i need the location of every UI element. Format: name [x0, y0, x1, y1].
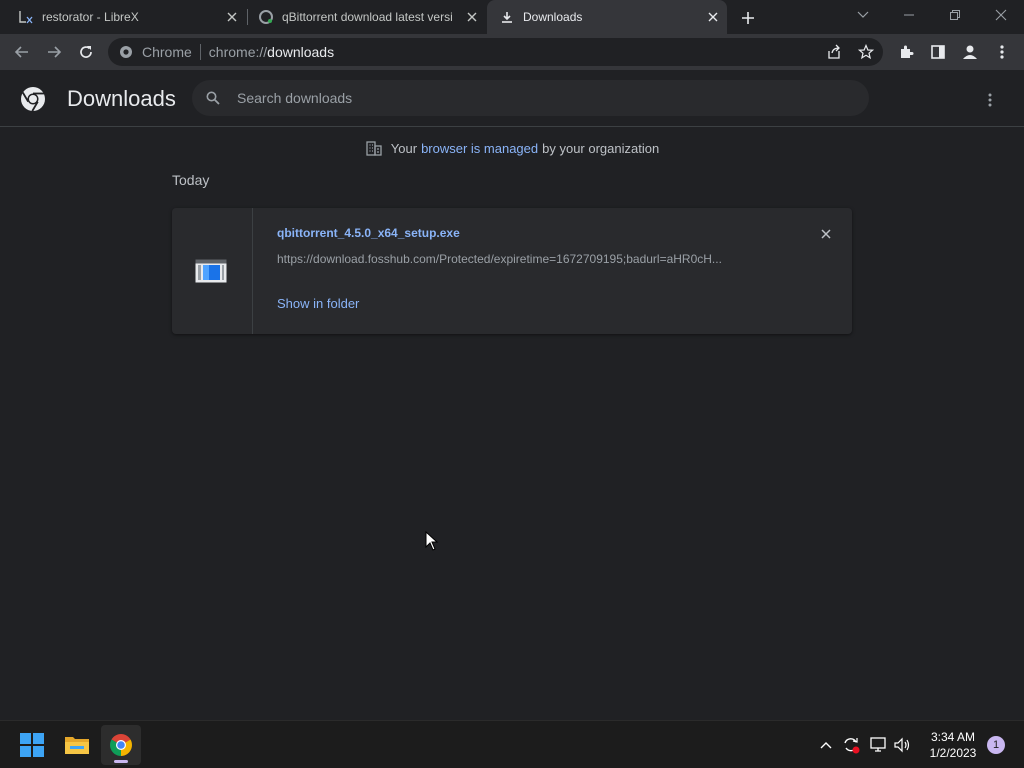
card-divider — [252, 208, 253, 334]
download-item: qbittorrent_4.5.0_x64_setup.exe https://… — [172, 208, 852, 334]
profile-icon — [963, 45, 977, 59]
tab-strip: restorator - LibreX qBittorrent download… — [0, 0, 1024, 34]
fosshub-icon — [258, 9, 274, 25]
volume-tray-button[interactable] — [893, 735, 913, 755]
clock-date: 1/2/2023 — [929, 746, 977, 760]
managed-link[interactable]: browser is managed — [421, 141, 538, 156]
chrome-icon — [118, 44, 134, 60]
show-in-folder-link[interactable]: Show in folder — [277, 296, 359, 311]
download-icon — [499, 9, 515, 25]
tab-title: restorator - LibreX — [42, 10, 139, 24]
mouse-cursor-icon — [425, 531, 439, 551]
reload-icon — [80, 46, 92, 58]
omnibox-divider — [199, 44, 201, 60]
new-tab-button[interactable] — [737, 7, 759, 29]
side-panel-button[interactable] — [924, 38, 952, 66]
notification-badge[interactable]: 1 — [987, 736, 1005, 754]
download-filename-link[interactable]: qbittorrent_4.5.0_x64_setup.exe — [277, 226, 460, 240]
tab-librex[interactable]: restorator - LibreX — [0, 0, 246, 34]
chrome-logo-icon — [21, 87, 45, 112]
star-icon[interactable] — [856, 42, 876, 62]
arrow-left-icon — [14, 46, 28, 58]
puzzle-icon — [901, 45, 914, 58]
downloads-header: Downloads — [0, 70, 1024, 127]
url-scheme: chrome:// — [208, 44, 268, 60]
tray-overflow-button[interactable] — [816, 735, 836, 755]
chrome-taskbar-button[interactable] — [101, 725, 141, 765]
search-icon — [204, 89, 222, 107]
network-icon — [870, 737, 886, 752]
remove-download-button[interactable] — [816, 224, 836, 244]
tab-title: qBittorrent download latest versi — [282, 10, 453, 24]
search-input[interactable] — [237, 90, 837, 106]
managed-notice: Your browser is managed by your organiza… — [0, 139, 1024, 157]
building-icon — [365, 139, 383, 157]
clock-time: 3:34 AM — [930, 730, 976, 744]
active-app-indicator — [114, 760, 128, 763]
close-window-button[interactable] — [978, 0, 1024, 30]
close-icon — [821, 229, 831, 239]
forward-button[interactable] — [40, 38, 68, 66]
kebab-menu-icon — [1000, 45, 1004, 59]
managed-prefix: Your — [390, 140, 418, 156]
address-bar[interactable]: Chrome chrome:// downloads — [108, 38, 883, 66]
omnibox-chip: Chrome — [142, 44, 192, 60]
search-box[interactable] — [192, 80, 869, 116]
download-source-url: https://download.fosshub.com/Protected/e… — [277, 252, 722, 266]
downloads-menu-button[interactable] — [978, 88, 1002, 112]
chrome-icon — [110, 734, 132, 756]
start-button[interactable] — [12, 725, 52, 765]
close-tab-icon[interactable] — [224, 9, 240, 25]
clock[interactable]: 3:34 AM 1/2/2023 — [920, 729, 986, 761]
plus-icon — [742, 12, 754, 24]
windows-logo-icon — [20, 733, 44, 757]
taskbar: 3:34 AM 1/2/2023 1 — [0, 720, 1024, 768]
exe-file-icon — [195, 259, 227, 283]
url-host: downloads — [267, 44, 335, 60]
speaker-icon — [894, 737, 910, 753]
tab-qbittorrent[interactable]: qBittorrent download latest versi — [240, 0, 486, 34]
kebab-menu-icon — [988, 93, 992, 107]
extensions-button[interactable] — [892, 38, 920, 66]
network-tray-button[interactable] — [869, 735, 889, 755]
librex-icon — [18, 9, 34, 25]
restore-button[interactable] — [932, 0, 978, 30]
tab-downloads[interactable]: Downloads — [487, 0, 727, 34]
page-title: Downloads — [67, 86, 176, 111]
chevron-down-icon — [857, 11, 869, 18]
close-icon — [995, 9, 1007, 21]
sync-icon — [844, 738, 860, 754]
close-tab-icon[interactable] — [464, 9, 480, 25]
chrome-menu-button[interactable] — [988, 38, 1016, 66]
back-button[interactable] — [8, 38, 36, 66]
update-tray-button[interactable] — [841, 735, 861, 755]
chevron-up-icon — [820, 742, 832, 749]
restore-icon — [950, 10, 960, 20]
browser-toolbar: Chrome chrome:// downloads — [0, 34, 1024, 70]
date-heading: Today — [172, 172, 210, 188]
side-panel-icon — [931, 45, 945, 59]
managed-suffix: by your organization — [542, 140, 660, 156]
tab-title: Downloads — [523, 10, 583, 24]
minimize-button[interactable] — [886, 0, 932, 30]
reload-button[interactable] — [72, 38, 100, 66]
profile-button[interactable] — [956, 38, 984, 66]
close-tab-icon[interactable] — [705, 9, 721, 25]
share-icon[interactable] — [824, 42, 844, 62]
minimize-icon — [904, 14, 914, 16]
file-explorer-button[interactable] — [57, 725, 97, 765]
tab-search-button[interactable] — [840, 0, 886, 30]
folder-icon — [65, 737, 89, 754]
arrow-right-icon — [48, 46, 62, 58]
